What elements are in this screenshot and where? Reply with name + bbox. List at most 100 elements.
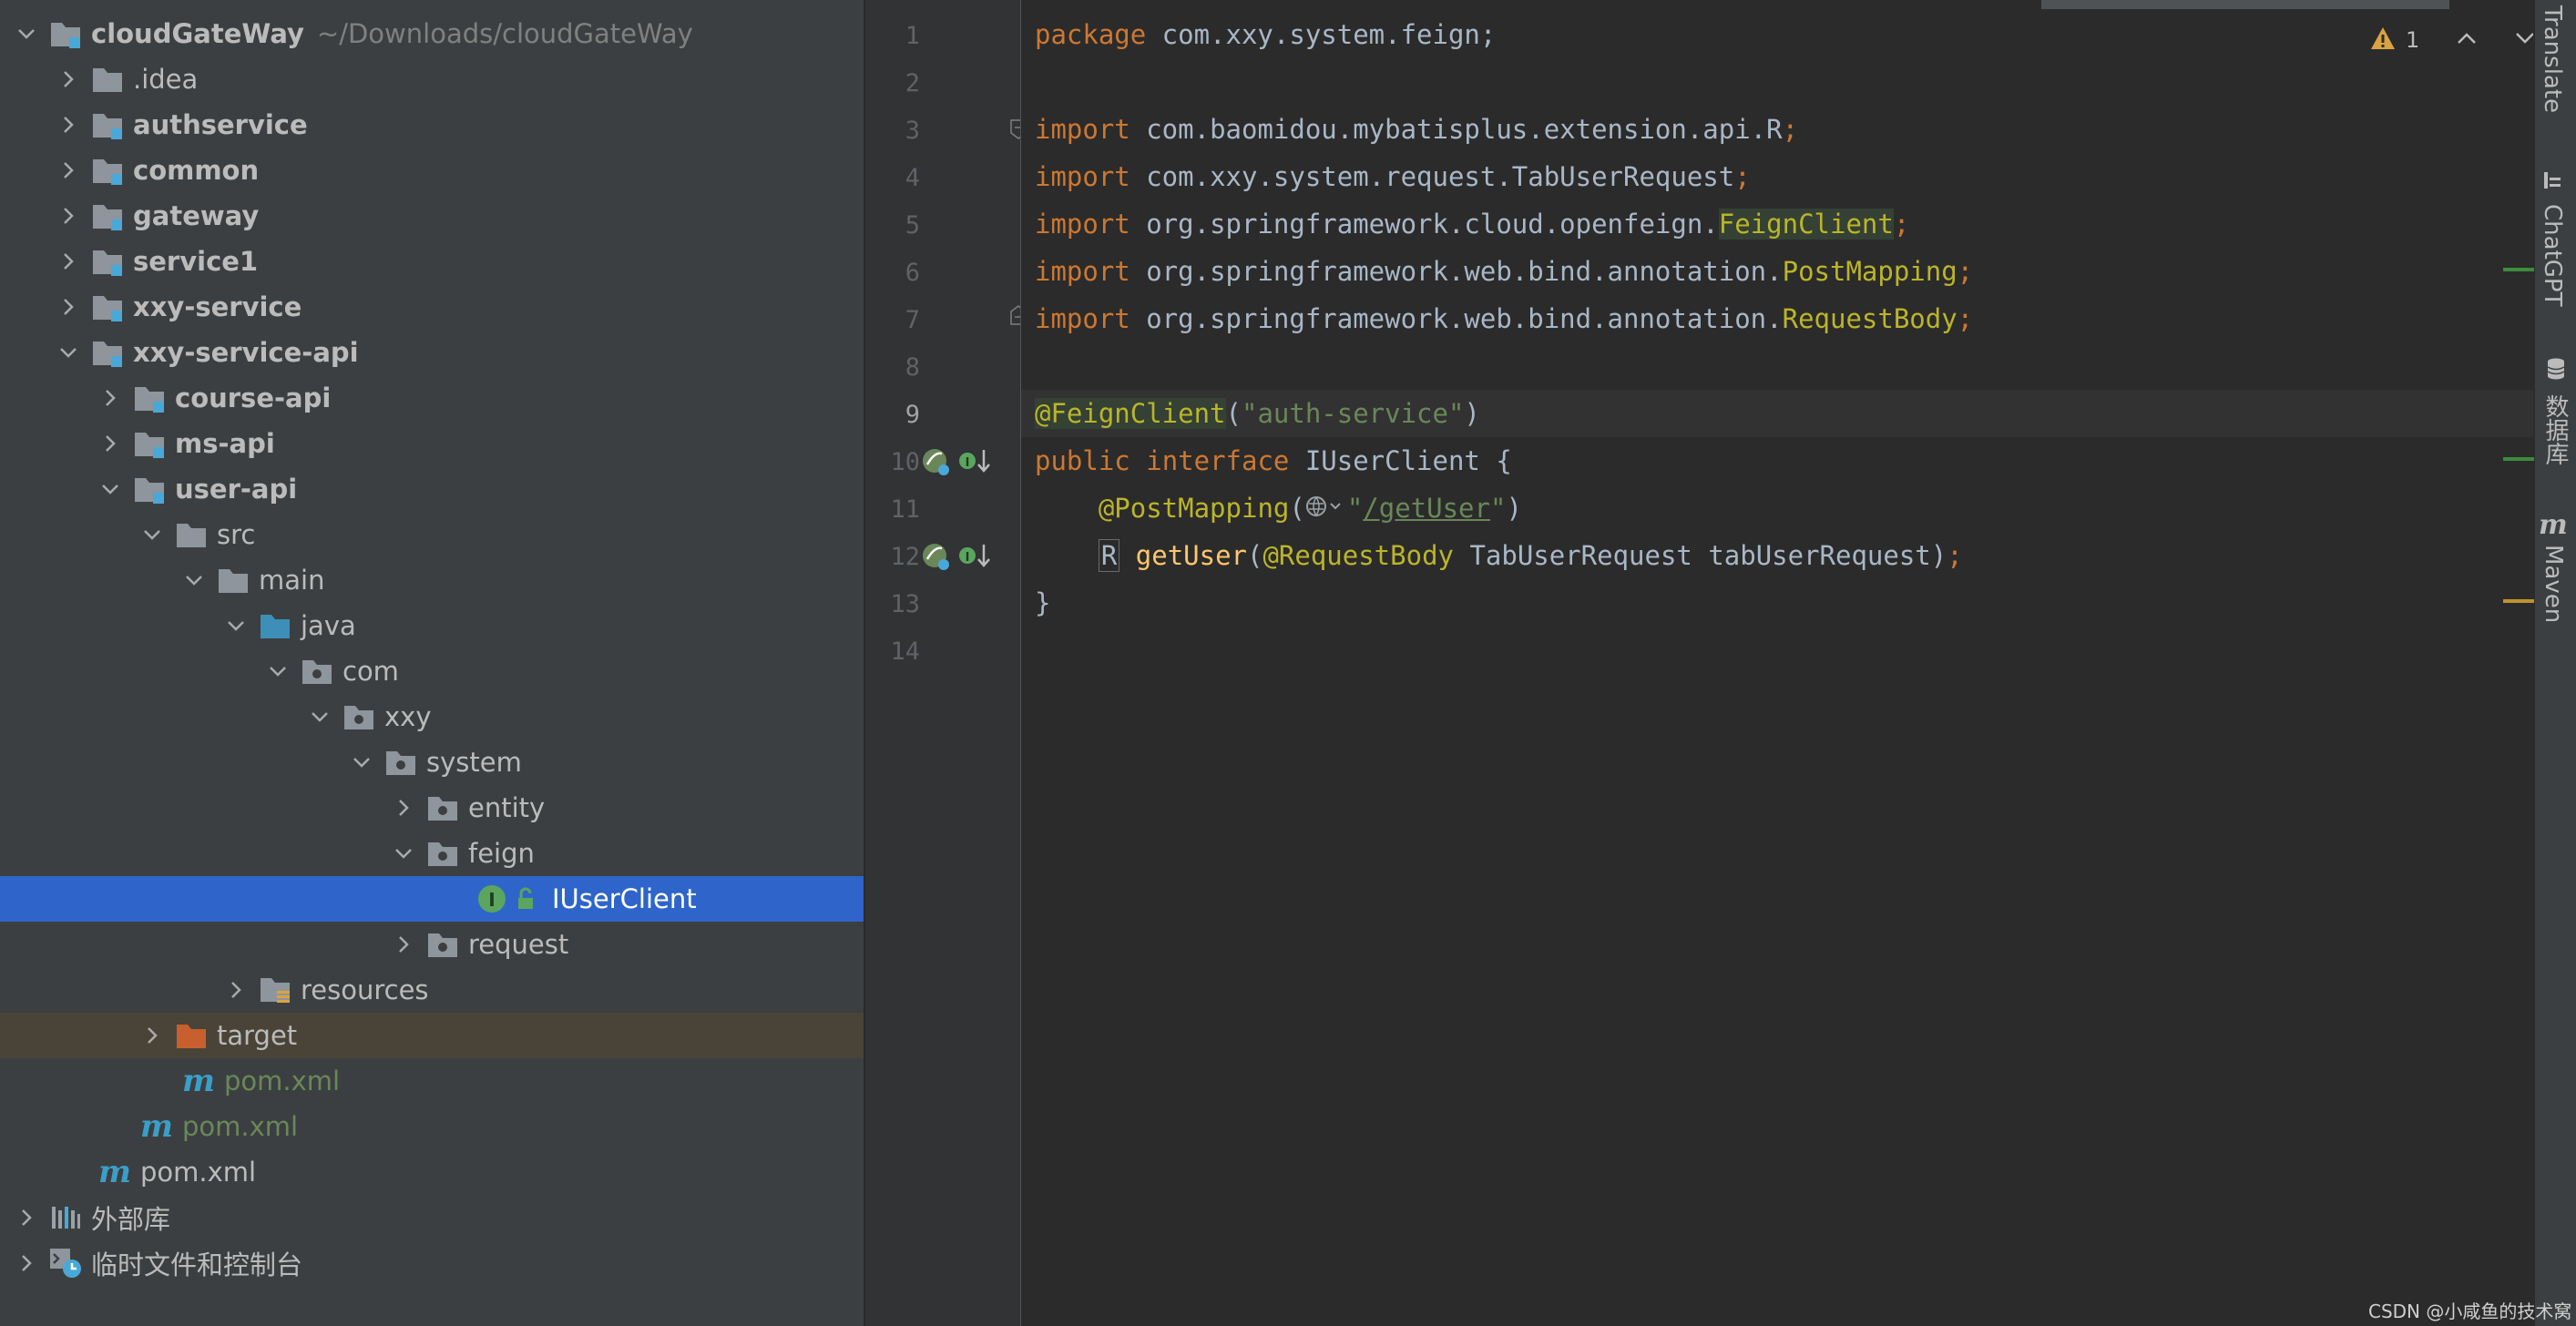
tree-row-authservice[interactable]: authservice [0,102,864,148]
code-line-1[interactable]: package com.xxy.system.feign; [1035,11,1496,58]
tree-row-pom-user-api[interactable]: m pom.xml [0,1058,864,1104]
chevron-down-icon[interactable] [222,603,250,648]
code-editor[interactable]: package com.xxy.system.feign; import com… [1021,0,2533,1326]
chevron-up-icon[interactable] [2456,29,2478,51]
chevron-right-icon[interactable] [13,1240,40,1286]
chevron-down-icon[interactable] [55,330,82,375]
code-line-4[interactable]: import com.xxy.system.request.TabUserReq… [1035,153,1751,200]
fold-collapse-icon[interactable] [1009,304,1020,330]
chevron-down-icon[interactable] [2514,29,2533,51]
code-line-6[interactable]: import org.springframework.web.bind.anno… [1035,248,1973,295]
fold-collapse-icon[interactable] [1009,118,1020,144]
tree-row-gateway[interactable]: gateway [0,193,864,239]
project-path: ~/Downloads/cloudGateWay [316,18,693,49]
implemented-by-icon[interactable]: I [956,446,993,483]
svg-text:I: I [488,889,495,911]
chevron-right-icon[interactable] [222,967,250,1013]
maven-tab[interactable]: m Maven [2539,512,2568,624]
code-text: com.xxy.system.feign; [1146,19,1497,50]
tree-row-course-api[interactable]: course-api [0,375,864,421]
chevron-down-icon[interactable] [180,557,208,603]
chevron-right-icon[interactable] [55,284,82,330]
line-number: 3 [905,117,920,145]
chevron-right-icon[interactable] [55,239,82,284]
tree-row-user-api[interactable]: user-api [0,466,864,512]
tree-row-system[interactable]: system [0,740,864,785]
tree-row-pom-root[interactable]: m pom.xml [0,1149,864,1195]
chevron-down-icon[interactable] [348,740,375,785]
tree-row-feign[interactable]: feign [0,831,864,876]
stripe-mark[interactable] [2503,599,2534,603]
spring-bean-icon[interactable] [920,446,953,483]
inspection-widget[interactable]: 1 [2369,26,2533,55]
code-line-13[interactable]: } [1035,579,1050,627]
chevron-down-icon[interactable] [390,831,417,876]
tree-row-request[interactable]: request [0,922,864,967]
folder-icon [173,512,210,557]
tree-row-xxy-service[interactable]: xxy-service [0,284,864,330]
url-path-link[interactable]: /getUser [1363,493,1490,524]
module-folder-icon [89,148,126,193]
globe-icon[interactable] [1305,486,1347,534]
tree-row-common[interactable]: common [0,148,864,193]
tree-row-scratches[interactable]: 临时文件和控制台 [0,1240,864,1286]
spring-bean-icon[interactable] [920,541,953,577]
horizontal-scrollbar-thumb[interactable] [2041,0,2449,9]
chevron-right-icon[interactable] [55,102,82,148]
tree-row-iuserclient[interactable]: I IUserClient [0,876,864,922]
semicolon: ; [1957,303,1974,334]
tree-row-idea[interactable]: .idea [0,56,864,102]
code-line-9[interactable]: @FeignClient("auth-service") [1035,390,1480,437]
code-line-12[interactable]: R getUser(@RequestBody TabUserRequest ta… [1035,532,1963,579]
chevron-down-icon[interactable] [13,11,40,56]
chevron-right-icon[interactable] [138,1013,166,1058]
tree-row-src[interactable]: src [0,512,864,557]
chevron-down-icon[interactable] [264,648,291,694]
stripe-mark[interactable] [2503,457,2534,461]
tree-row-main[interactable]: main [0,557,864,603]
chevron-right-icon[interactable] [55,148,82,193]
right-tool-strip: Translate ChatGPT 数据库 m Maven [2534,0,2576,1326]
keyword: public [1035,445,1130,476]
tree-row-project-root[interactable]: cloudGateWay ~/Downloads/cloudGateWay [0,11,864,56]
code-line-5[interactable]: import org.springframework.cloud.openfei… [1035,200,1909,248]
tree-row-com[interactable]: com [0,648,864,694]
chevron-down-icon[interactable] [306,694,333,740]
line-number: 10 [890,448,920,476]
stripe-mark[interactable] [2503,268,2534,271]
tree-row-ms-api[interactable]: ms-api [0,421,864,466]
code-text: com.xxy.system.request.TabUserRequest [1130,161,1735,192]
tree-row-entity[interactable]: entity [0,785,864,831]
code-line-10[interactable]: public interface IUserClient { [1035,437,1512,484]
tree-row-java[interactable]: java [0,603,864,648]
tree-row-service1[interactable]: service1 [0,239,864,284]
translate-tab[interactable]: Translate [2539,5,2566,113]
tree-row-resources[interactable]: resources [0,967,864,1013]
chevron-right-icon[interactable] [55,193,82,239]
chevron-right-icon[interactable] [97,421,124,466]
line-number: 5 [905,211,920,240]
tree-row-xxy-service-api[interactable]: xxy-service-api [0,330,864,375]
tree-row-external-libraries[interactable]: 外部库 [0,1195,864,1240]
database-tab[interactable]: 数据库 [2539,357,2572,465]
chevron-right-icon[interactable] [13,1195,40,1240]
import-class: PostMapping [1782,256,1958,287]
tree-row-xxy[interactable]: xxy [0,694,864,740]
code-line-3[interactable]: import com.baomidou.mybatisplus.extensio… [1035,106,1798,153]
tree-label: request [468,929,569,960]
implemented-by-icon[interactable]: I [956,541,993,577]
code-line-11[interactable]: @PostMapping("/getUser") [1035,484,1522,532]
maven-icon: m [98,1154,131,1190]
code-line-7[interactable]: import org.springframework.web.bind.anno… [1035,295,1973,342]
tree-row-pom-service-api[interactable]: m pom.xml [0,1104,864,1149]
chevron-right-icon[interactable] [390,922,417,967]
tree-row-target[interactable]: target [0,1013,864,1058]
chevron-down-icon[interactable] [138,512,166,557]
tool-label: 数据库 [2541,394,2569,465]
chevron-right-icon[interactable] [97,375,124,421]
chevron-down-icon[interactable] [97,466,124,512]
chevron-right-icon[interactable] [390,785,417,831]
chatgpt-tab[interactable]: ChatGPT [2539,169,2566,306]
chevron-right-icon[interactable] [55,56,82,102]
editor-gutter: 1 2 3 4 5 6 7 8 9 10 11 12 13 14 I I [865,0,1021,1326]
